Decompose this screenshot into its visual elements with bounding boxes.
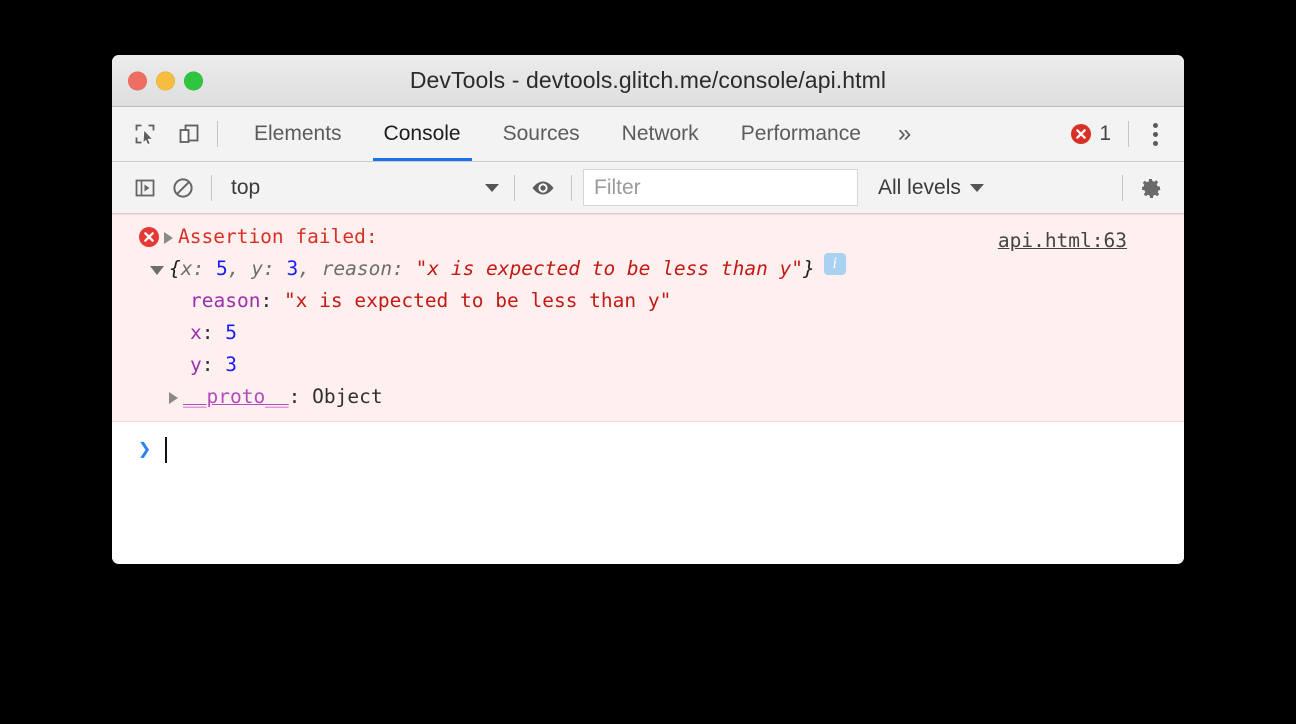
- tab-performance[interactable]: Performance: [720, 107, 882, 161]
- tab-console[interactable]: Console: [363, 107, 482, 161]
- tab-sources[interactable]: Sources: [482, 107, 601, 161]
- property-value-y: 3: [225, 353, 237, 376]
- property-name-x: x: [190, 321, 202, 344]
- console-toolbar-divider-2: [514, 174, 515, 201]
- chevron-down-icon: [485, 183, 499, 192]
- proto-value: Object: [312, 385, 383, 408]
- property-name-reason: reason: [190, 289, 261, 312]
- log-levels-value: All levels: [878, 175, 961, 199]
- preview-key-y: y:: [251, 257, 287, 280]
- tabbar-tools: [112, 107, 208, 161]
- text-cursor: [165, 437, 168, 463]
- console-toolbar-divider-1: [211, 174, 212, 201]
- devtools-tabbar: Elements Console Sources Network Perform…: [112, 107, 1184, 162]
- chevron-down-icon: [969, 183, 984, 192]
- source-link[interactable]: api.html:63: [998, 229, 1127, 252]
- object-property-row[interactable]: x: 5: [112, 317, 1184, 349]
- device-toolbar-icon[interactable]: [170, 115, 208, 153]
- tab-elements[interactable]: Elements: [233, 107, 363, 161]
- console-toolbar-right: [1113, 169, 1184, 207]
- preview-open-brace: {: [169, 257, 181, 280]
- console-prompt[interactable]: ❯: [112, 422, 1184, 467]
- assertion-failed-text: Assertion failed:: [178, 225, 378, 248]
- error-circle-icon: [139, 227, 159, 247]
- property-value-reason: "x is expected to be less than y": [283, 289, 672, 312]
- object-preview[interactable]: {x: 5, y: 3, reason: "x is expected to b…: [169, 253, 815, 285]
- property-name-y: y: [190, 353, 202, 376]
- preview-sep-1: ,: [298, 257, 322, 280]
- expand-message-triangle-icon[interactable]: [164, 232, 173, 244]
- execution-context-select[interactable]: top: [221, 172, 505, 204]
- inspect-element-icon[interactable]: [126, 115, 164, 153]
- window-title: DevTools - devtools.glitch.me/console/ap…: [409, 67, 887, 93]
- console-toolbar: top Filter All levels: [112, 162, 1184, 214]
- devtools-window: DevTools - devtools.glitch.me/console/ap…: [112, 55, 1184, 564]
- tabbar-divider: [217, 121, 218, 147]
- log-levels-select[interactable]: All levels: [864, 176, 998, 200]
- console-message-error[interactable]: Assertion failed: api.html:63 {x: 5, y: …: [112, 214, 1184, 422]
- preview-value-y: 3: [286, 257, 299, 280]
- panel-tabs: Elements Console Sources Network Perform…: [233, 107, 927, 161]
- console-toolbar-divider-4: [1122, 174, 1123, 201]
- tab-network[interactable]: Network: [601, 107, 720, 161]
- collapse-object-triangle-icon[interactable]: [150, 266, 164, 275]
- filter-placeholder: Filter: [594, 175, 641, 199]
- filter-input[interactable]: Filter: [583, 169, 858, 206]
- console-toolbar-divider-3: [571, 174, 572, 201]
- object-property-row[interactable]: y: 3: [112, 349, 1184, 381]
- devtools-main-menu-icon[interactable]: [1138, 117, 1172, 151]
- error-count-badge[interactable]: 1: [1062, 122, 1119, 146]
- info-badge-icon[interactable]: i: [823, 253, 846, 275]
- prompt-chevron-icon: ❯: [138, 437, 152, 462]
- preview-key-reason: reason:: [321, 257, 416, 280]
- traffic-lights: [128, 71, 203, 90]
- tabbar-right-divider: [1128, 121, 1129, 147]
- console-sidebar-icon[interactable]: [126, 169, 164, 207]
- property-value-x: 5: [225, 321, 237, 344]
- clear-console-icon[interactable]: [164, 169, 202, 207]
- object-property-row[interactable]: reason: "x is expected to be less than y…: [112, 285, 1184, 317]
- close-window-button[interactable]: [128, 71, 147, 90]
- eye-icon[interactable]: [524, 169, 562, 207]
- maximize-window-button[interactable]: [184, 71, 203, 90]
- preview-key-x: x:: [180, 257, 216, 280]
- object-preview-row: {x: 5, y: 3, reason: "x is expected to b…: [112, 253, 1184, 285]
- console-body: Assertion failed: api.html:63 {x: 5, y: …: [112, 214, 1184, 564]
- minimize-window-button[interactable]: [156, 71, 175, 90]
- error-circle-icon: [1071, 124, 1092, 144]
- more-tabs-button[interactable]: »: [882, 107, 927, 161]
- error-count-value: 1: [1099, 122, 1111, 145]
- expand-proto-triangle-icon[interactable]: [169, 392, 178, 404]
- object-proto-row[interactable]: __proto__: Object: [112, 381, 1184, 413]
- gear-icon[interactable]: [1132, 169, 1170, 207]
- execution-context-value: top: [231, 175, 261, 199]
- preview-value-reason: "x is expected to be less than y": [415, 257, 804, 280]
- preview-close-brace: }: [803, 257, 815, 280]
- message-level-icon-cell: [134, 221, 164, 248]
- window-titlebar: DevTools - devtools.glitch.me/console/ap…: [112, 55, 1184, 107]
- preview-sep-0: ,: [227, 257, 252, 280]
- console-message-title-row: Assertion failed: api.html:63: [112, 221, 1184, 253]
- tabbar-right: 1: [1062, 107, 1184, 161]
- proto-separator: :: [288, 385, 313, 408]
- preview-value-x: 5: [215, 257, 228, 280]
- proto-key: __proto__: [183, 385, 289, 408]
